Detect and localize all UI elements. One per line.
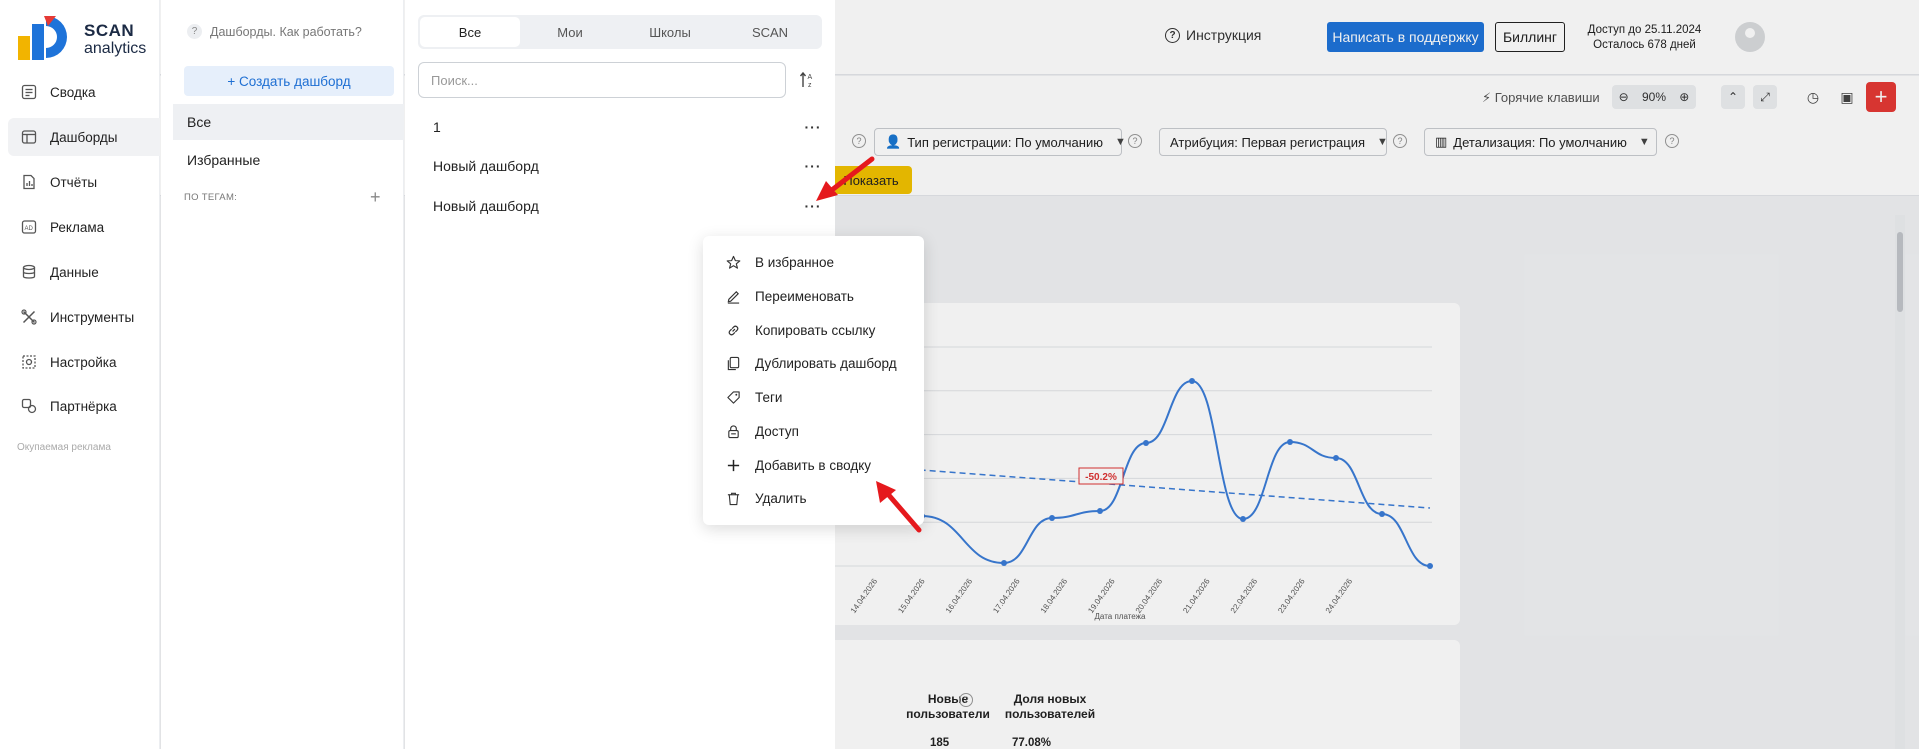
tab-scan[interactable]: SCAN — [720, 17, 820, 47]
dashboard-list-item[interactable]: 1 — [405, 108, 835, 146]
search-input[interactable] — [431, 72, 785, 88]
sort-az-icon[interactable]: Az — [797, 69, 819, 91]
logo-text-line1: SCAN — [84, 21, 135, 40]
nav-item-label: Сводка — [50, 84, 96, 100]
dashboards-groups-panel: ? Дашборды. Как работать? + Создать дашб… — [161, 0, 404, 749]
menu-item-label: Теги — [755, 389, 783, 405]
menu-item-duplicate[interactable]: Дублировать дашборд — [703, 348, 924, 378]
more-icon[interactable]: ··· — [802, 156, 824, 176]
menu-item-delete[interactable]: Удалить — [703, 483, 924, 513]
star-icon — [725, 254, 741, 270]
group-favorites[interactable]: Избранные — [173, 142, 404, 178]
left-nav: SCAN analytics Сводка Дашборды Отчёты AD… — [0, 0, 160, 749]
dashboard-title: Новый дашборд — [433, 158, 539, 174]
menu-item-label: Переименовать — [755, 288, 854, 304]
nav-item-label: Данные — [50, 264, 99, 280]
svg-text:A: A — [808, 74, 813, 81]
menu-item-label: Удалить — [755, 490, 807, 506]
settings-icon — [20, 353, 38, 371]
group-all[interactable]: Все — [173, 104, 404, 140]
dashboard-icon — [20, 128, 38, 146]
lock-icon — [725, 423, 741, 439]
tools-icon — [20, 308, 38, 326]
ads-icon: AD — [20, 218, 38, 236]
nav-item-label: Реклама — [50, 219, 105, 235]
nav-item-label: Отчёты — [50, 174, 98, 190]
help-label: Дашборды. Как работать? — [210, 24, 362, 39]
logo-text-line2: analytics — [84, 40, 147, 57]
nav-item-ads[interactable]: AD Реклама — [8, 208, 160, 246]
dashboard-context-menu: В избранное Переименовать Копировать ссы… — [703, 236, 924, 525]
menu-item-label: Копировать ссылку — [755, 322, 876, 338]
question-icon: ? — [187, 24, 202, 39]
partners-icon — [20, 397, 38, 415]
nav-item-dashboards[interactable]: Дашборды — [8, 118, 160, 156]
menu-item-label: Дублировать дашборд — [755, 355, 897, 371]
nav-item-tools[interactable]: Инструменты — [8, 298, 160, 336]
menu-item-favorite[interactable]: В избранное — [703, 247, 924, 277]
menu-item-label: В избранное — [755, 254, 835, 270]
reports-icon — [20, 173, 38, 191]
logo[interactable]: SCAN analytics — [18, 14, 158, 62]
dashboard-list-item[interactable]: Новый дашборд — [405, 147, 835, 185]
nav-item-label: Партнёрка — [50, 398, 117, 414]
menu-item-add-to-summary[interactable]: Добавить в сводку — [703, 450, 924, 480]
menu-item-tags[interactable]: Теги — [703, 382, 924, 412]
tags-label: ПО ТЕГАМ: — [184, 192, 238, 203]
copy-icon — [725, 355, 741, 371]
dashboard-title: 1 — [433, 119, 441, 135]
svg-text:z: z — [808, 82, 812, 89]
nav-item-reports[interactable]: Отчёты — [8, 163, 160, 201]
tab-schools[interactable]: Школы — [620, 17, 720, 47]
nav-item-data[interactable]: Данные — [8, 253, 160, 291]
nav-item-settings[interactable]: Настройка — [8, 343, 160, 381]
menu-item-copy-link[interactable]: Копировать ссылку — [703, 315, 924, 345]
link-icon — [725, 322, 741, 338]
nav-item-summary[interactable]: Сводка — [8, 73, 160, 111]
nav-item-label: Инструменты — [50, 309, 135, 325]
nav-footer[interactable]: Окупаемая реклама — [17, 442, 111, 453]
tag-icon — [725, 389, 741, 405]
filter-tabs: Все Мои Школы SCAN — [418, 15, 822, 49]
menu-item-label: Доступ — [755, 423, 799, 439]
help-link[interactable]: ? Дашборды. Как работать? — [187, 24, 362, 39]
tab-all[interactable]: Все — [420, 17, 520, 47]
menu-item-label: Добавить в сводку — [755, 457, 872, 473]
create-dashboard-button[interactable]: + Создать дашборд — [184, 66, 394, 96]
plus-icon — [725, 457, 741, 473]
trash-icon — [725, 490, 741, 506]
dashboard-list-item[interactable]: Новый дашборд — [405, 187, 835, 225]
summary-icon — [20, 83, 38, 101]
logo-mark — [18, 16, 67, 60]
tab-mine[interactable]: Мои — [520, 17, 620, 47]
pencil-icon — [725, 288, 741, 304]
nav-item-label: Настройка — [50, 354, 117, 370]
menu-item-access[interactable]: Доступ — [703, 416, 924, 446]
search-box — [418, 62, 786, 98]
nav-item-partners[interactable]: Партнёрка — [8, 387, 160, 425]
svg-text:AD: AD — [25, 226, 34, 232]
more-icon[interactable]: ··· — [802, 196, 824, 216]
menu-item-rename[interactable]: Переименовать — [703, 281, 924, 311]
dashboard-title: Новый дашборд — [433, 198, 539, 214]
more-icon[interactable]: ··· — [802, 117, 824, 137]
database-icon — [20, 263, 38, 281]
nav-item-label: Дашборды — [50, 129, 118, 145]
add-tag-icon[interactable]: + — [370, 188, 381, 206]
